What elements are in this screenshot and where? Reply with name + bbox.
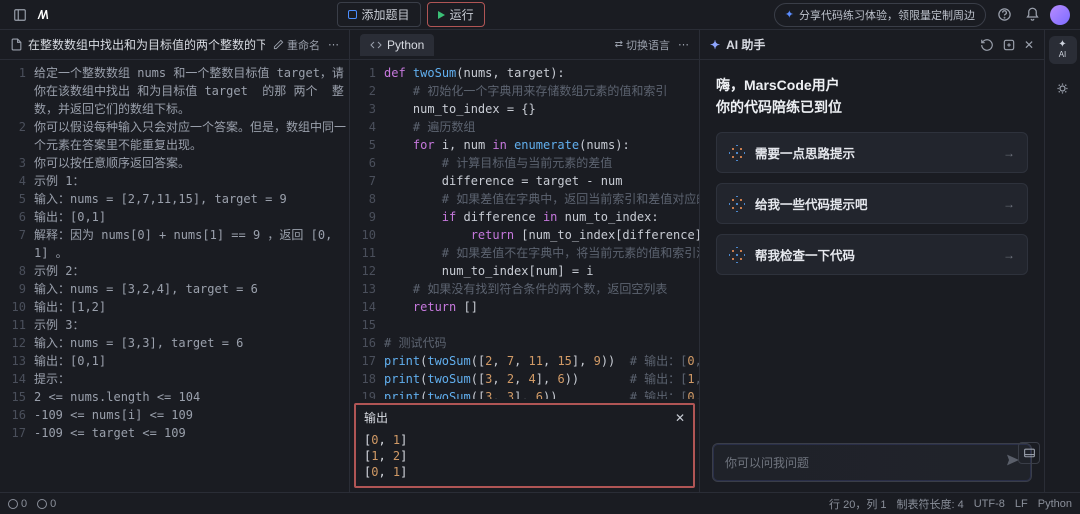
code-icon [370,39,382,51]
sparkle-icon: ✦ [710,38,720,52]
add-problem-label: 添加题目 [362,6,410,23]
promo-pill[interactable]: ✦ 分享代码练习体验，领限量定制周边 [774,3,986,27]
sparkle-icon: ✦ [785,8,794,21]
top-bar: /\/\ 添加题目 运行 ✦ 分享代码练习体验，领限量定制周边 [0,0,1080,30]
code-editor[interactable]: 1def twoSum(nums, target):2 # 初始化一个字典用来存… [350,60,699,399]
rename-label: 重命名 [287,37,320,53]
avatar[interactable] [1050,5,1070,25]
layout-icon[interactable] [1018,442,1040,464]
ai-suggestion-0[interactable]: 需要一点思路提示 → [716,132,1028,173]
status-errors[interactable]: 0 [8,498,27,510]
ai-suggestion-label: 给我一些代码提示吧 [755,194,993,213]
problem-panel: 在整数数组中找出和为目标值的两个整数的下标 重命名 ⋯ 1给定一个整数数组 nu… [0,30,350,492]
ai-input-placeholder: 你可以问我问题 [725,456,809,470]
rail-ai-label: AI [1058,50,1066,60]
output-body: [0, 1][1, 2][0, 1] [356,430,693,486]
output-panel: 输出 ✕ [0, 1][1, 2][0, 1] [354,403,695,488]
status-bar: 0 0 行 20，列 1 制表符长度: 4 UTF-8 LF Python [0,492,1080,514]
logo: /\/\ [38,8,47,22]
arrow-right-icon: → [1003,197,1015,211]
switch-language-button[interactable]: ⇄ 切换语言 [615,37,670,53]
rail-ai[interactable]: ✦ AI [1049,36,1077,64]
more-icon[interactable]: ⋯ [328,38,339,51]
panel-more-icon[interactable]: ⋯ [678,38,689,51]
output-title: 输出 [364,409,388,426]
status-eol[interactable]: LF [1015,498,1028,510]
ai-suggestion-label: 帮我检查一下代码 [755,245,993,264]
help-icon[interactable] [994,5,1014,25]
switch-language-label: 切换语言 [626,37,670,53]
language-tab[interactable]: Python [360,34,434,56]
problem-title: 在整数数组中找出和为目标值的两个整数的下标 [28,36,265,53]
status-warnings[interactable]: 0 [37,498,56,510]
problem-editor[interactable]: 1给定一个整数数组 nums 和一个整数目标值 target，请你在该数组中找出… [0,60,349,492]
ai-title: AI 助手 [726,36,765,53]
sparkle-grid-icon [729,196,745,212]
language-label: Python [387,38,424,52]
rename-button[interactable]: 重命名 [273,37,320,53]
ai-greet-line1: 嗨，MarsCode用户 [716,74,1028,96]
bell-icon[interactable] [1022,5,1042,25]
promo-text: 分享代码练习体验，领限量定制周边 [799,7,975,23]
status-tabsize[interactable]: 制表符长度: 4 [897,496,964,512]
history-icon[interactable] [980,38,994,52]
arrow-right-icon: → [1003,146,1015,160]
code-panel: Python ⇄ 切换语言 ⋯ 1def twoSum(nums, target… [350,30,700,492]
sparkle-grid-icon [729,247,745,263]
play-icon [438,11,445,19]
ai-suggestion-label: 需要一点思路提示 [755,143,993,162]
ai-greet-line2: 你的代码陪练已到位 [716,96,1028,118]
ai-input[interactable]: 你可以问我问题 [712,443,1032,482]
arrow-right-icon: → [1003,248,1015,262]
panel-toggle-icon[interactable] [10,5,30,25]
right-rail: ✦ AI [1044,30,1080,492]
square-icon [348,10,357,19]
run-label: 运行 [450,6,474,23]
add-problem-button[interactable]: 添加题目 [337,2,421,27]
ai-panel: ✦ AI 助手 ✕ 嗨，MarsCode用户 你的代码陪练已到位 需要一点思路提… [700,30,1044,492]
status-encoding[interactable]: UTF-8 [974,498,1005,510]
close-output-icon[interactable]: ✕ [675,411,685,425]
main-area: 在整数数组中找出和为目标值的两个整数的下标 重命名 ⋯ 1给定一个整数数组 nu… [0,30,1080,492]
status-position[interactable]: 行 20，列 1 [829,496,886,512]
run-button[interactable]: 运行 [427,2,485,27]
doc-icon [10,38,23,51]
new-chat-icon[interactable] [1002,38,1016,52]
ai-suggestion-2[interactable]: 帮我检查一下代码 → [716,234,1028,275]
ai-greeting: 嗨，MarsCode用户 你的代码陪练已到位 [716,74,1028,118]
ai-suggestion-1[interactable]: 给我一些代码提示吧 → [716,183,1028,224]
close-ai-icon[interactable]: ✕ [1024,38,1034,52]
status-lang[interactable]: Python [1038,498,1072,510]
rail-bug-icon[interactable] [1049,74,1077,102]
sparkle-grid-icon [729,145,745,161]
